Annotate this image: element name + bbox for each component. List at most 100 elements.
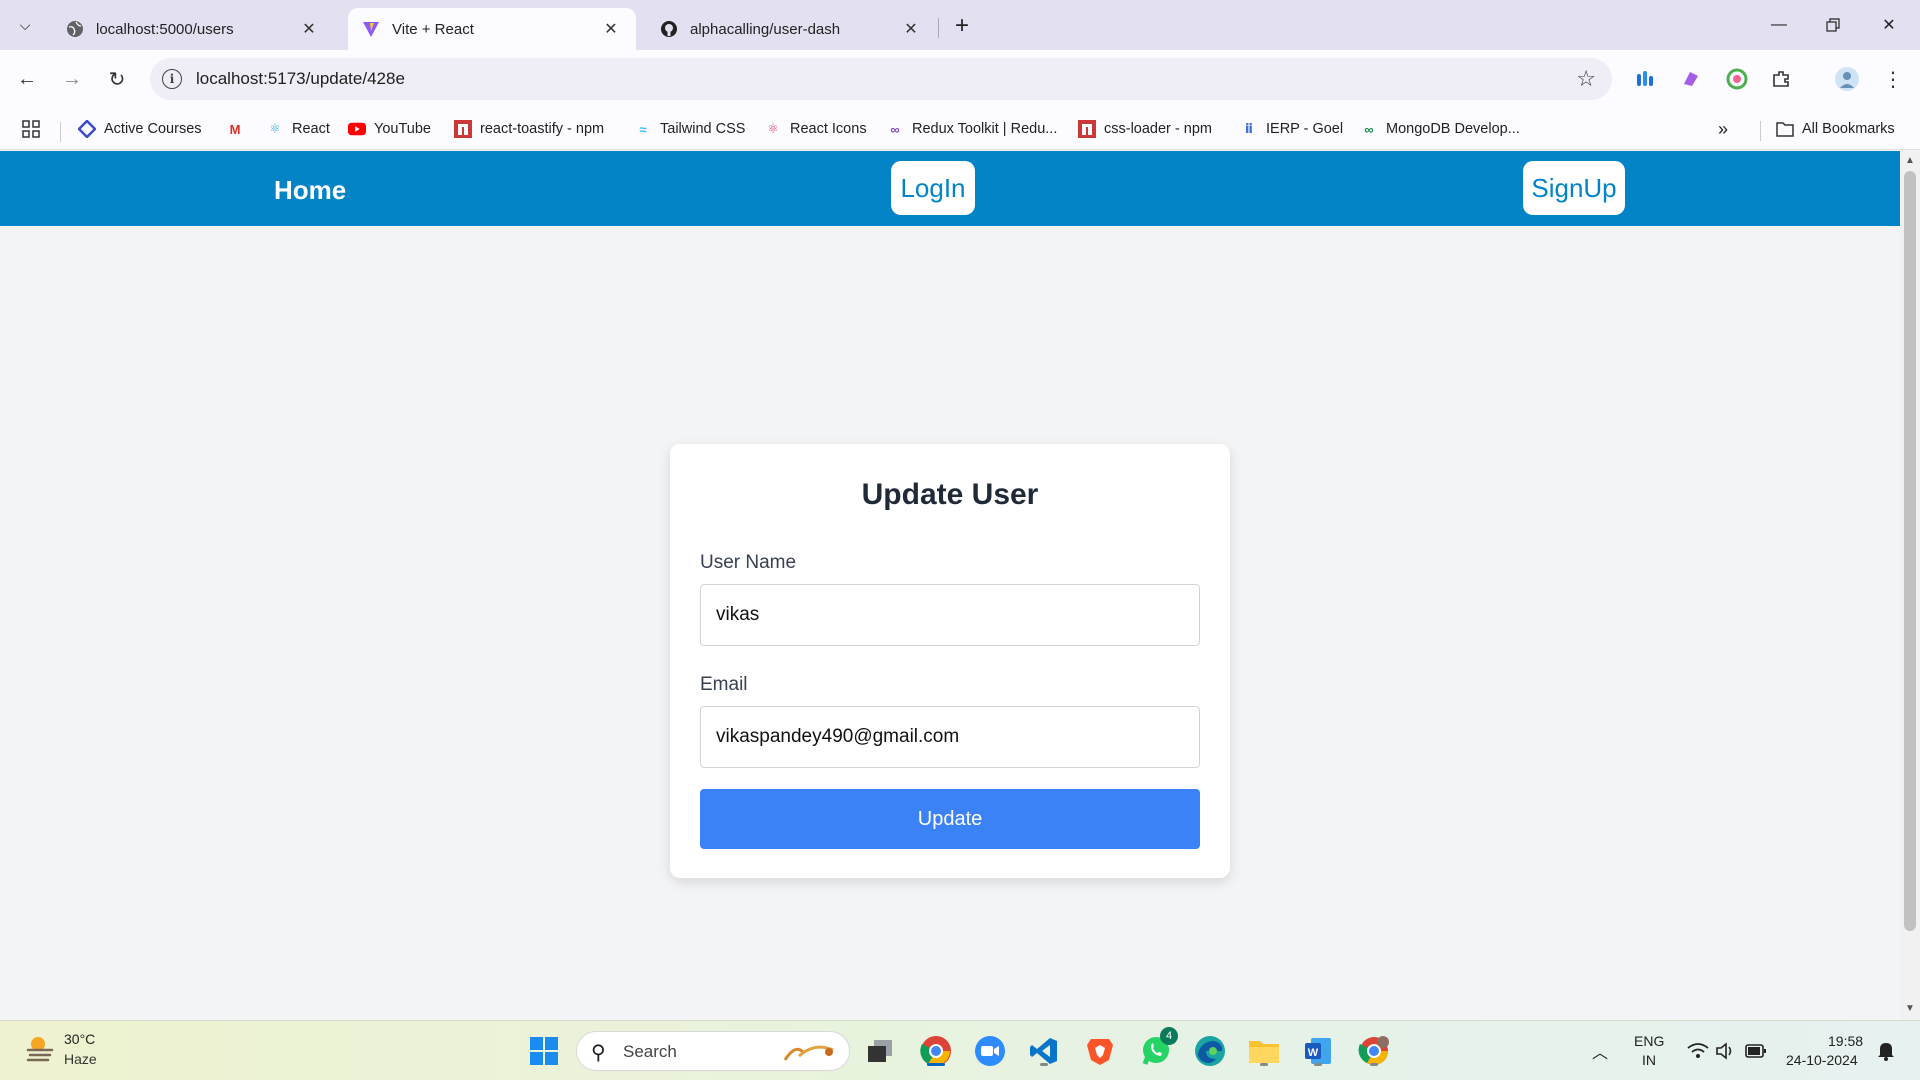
close-tab-icon[interactable]: ✕ [900, 18, 922, 40]
taskbar-search[interactable]: ⚲ Search [576, 1031, 850, 1071]
tab-title: Vite + React [392, 20, 474, 38]
email-label: Email [700, 674, 748, 695]
back-arrow-icon[interactable]: ← [10, 62, 44, 96]
search-highlight-icon [783, 1045, 834, 1061]
ierp-icon: ⅱ [1245, 121, 1253, 136]
site-info-icon[interactable]: i [162, 69, 182, 89]
bookmark-redux-toolkit[interactable]: ∞ Redux Toolkit | Redu... [886, 117, 1057, 141]
github-icon [660, 20, 678, 38]
close-tab-icon[interactable]: ✕ [600, 18, 622, 40]
all-bookmarks-label: All Bookmarks [1802, 121, 1895, 137]
search-icon: ⚲ [591, 1042, 606, 1064]
extension-wappalyzer-icon[interactable] [1632, 66, 1658, 92]
tab-divider [938, 18, 939, 38]
bookmark-youtube[interactable]: YouTube [348, 117, 431, 141]
scroll-up-arrow-icon[interactable]: ▲ [1905, 155, 1915, 166]
page-scrollbar[interactable]: ▲ ▼ [1900, 151, 1920, 1020]
bookmark-star-icon[interactable]: ☆ [1576, 66, 1596, 92]
profile-avatar[interactable] [1834, 66, 1860, 92]
whatsapp-icon[interactable]: 4 [1138, 1027, 1178, 1069]
tab-github[interactable]: alphacalling/user-dash ✕ [646, 8, 936, 50]
running-indicator [1314, 1063, 1322, 1066]
bookmark-mongodb[interactable]: ∞ MongoDB Develop... [1360, 117, 1520, 141]
running-indicator [927, 1063, 945, 1066]
reload-icon[interactable]: ↻ [100, 62, 134, 96]
vite-logo-icon [362, 20, 380, 38]
youtube-icon [348, 120, 366, 138]
word-icon[interactable]: W [1300, 1033, 1336, 1069]
npm-icon [454, 120, 472, 138]
close-tab-icon[interactable]: ✕ [298, 18, 320, 40]
bookmark-react-toastify[interactable]: react-toastify - npm [454, 117, 604, 141]
minimize-icon[interactable]: — [1756, 10, 1802, 40]
tab-users[interactable]: localhost:5000/users ✕ [52, 8, 334, 50]
new-tab-plus-icon[interactable]: + [948, 12, 976, 40]
zoom-icon[interactable] [972, 1033, 1008, 1069]
weather-haze-icon[interactable] [24, 1033, 56, 1065]
tab-title: alphacalling/user-dash [690, 20, 841, 38]
tailwind-icon: ≈ [639, 121, 647, 137]
app-navbar: Home LogIn SignUp [0, 151, 1900, 226]
file-explorer-icon[interactable] [1246, 1033, 1282, 1069]
windows-start-icon[interactable] [526, 1033, 562, 1069]
bookmark-tailwind[interactable]: ≈ Tailwind CSS [634, 117, 745, 141]
weather-description[interactable]: Haze [64, 1051, 97, 1067]
clock-date[interactable]: 24-10-2024 [1786, 1052, 1858, 1068]
update-button[interactable]: Update [700, 789, 1200, 849]
bookmark-ierp[interactable]: ⅱ IERP - Goel [1240, 117, 1343, 141]
task-view-icon[interactable] [862, 1033, 898, 1069]
bookmark-react-icons[interactable]: ⚛ React Icons [764, 117, 866, 141]
address-bar[interactable]: i localhost:5173/update/428e ☆ [150, 58, 1612, 100]
clock-time[interactable]: 19:58 [1828, 1033, 1863, 1049]
menu-kebab-icon[interactable]: ⋮ [1880, 66, 1906, 92]
bookmark-label: Active Courses [104, 121, 202, 137]
bookmark-gmail[interactable]: M [226, 117, 252, 141]
bookmark-divider [60, 122, 61, 142]
mongodb-icon: ∞ [1364, 121, 1374, 137]
bookmark-active-courses[interactable]: Active Courses [78, 117, 202, 141]
extension-purple-icon[interactable] [1678, 66, 1704, 92]
scroll-thumb[interactable] [1904, 171, 1916, 931]
close-window-icon[interactable]: ✕ [1866, 10, 1912, 40]
notification-bell-icon[interactable] [1868, 1033, 1904, 1069]
weather-temperature[interactable]: 30°C [64, 1031, 95, 1047]
form-title: Update User [861, 478, 1039, 511]
chrome-profile-icon[interactable] [1356, 1033, 1392, 1069]
url-text[interactable]: localhost:5173/update/428e [196, 69, 405, 89]
tab-list-chevron-icon[interactable]: ⌵ [10, 12, 40, 38]
npm-icon [1078, 120, 1096, 138]
username-input[interactable] [700, 584, 1200, 646]
nav-home-link[interactable]: Home [274, 175, 346, 206]
chrome-taskbar-icon[interactable] [918, 1033, 954, 1069]
brave-icon[interactable] [1082, 1033, 1118, 1069]
search-placeholder: Search [623, 1042, 677, 1061]
nav-login-button[interactable]: LogIn [891, 161, 975, 215]
bookmark-css-loader[interactable]: css-loader - npm [1078, 117, 1212, 141]
language-indicator-line2[interactable]: IN [1642, 1052, 1656, 1068]
battery-icon[interactable] [1738, 1033, 1774, 1069]
extensions-puzzle-icon[interactable] [1768, 66, 1794, 92]
whatsapp-notification-badge: 4 [1160, 1027, 1178, 1045]
edge-icon[interactable] [1192, 1033, 1228, 1069]
bookmark-label: css-loader - npm [1104, 121, 1212, 137]
vscode-icon[interactable] [1026, 1033, 1062, 1069]
browser-toolbar: ← → ↻ i localhost:5173/update/428e ☆ ⋮ [0, 50, 1920, 108]
language-indicator-line1[interactable]: ENG [1634, 1033, 1664, 1049]
all-bookmarks[interactable]: All Bookmarks [1776, 117, 1895, 141]
scroll-down-arrow-icon[interactable]: ▼ [1905, 1003, 1915, 1014]
bookmark-react[interactable]: ⚛ React [266, 117, 330, 141]
tab-vite-react[interactable]: Vite + React ✕ [348, 8, 636, 50]
react-icons-icon: ⚛ [767, 121, 779, 136]
bookmark-label: react-toastify - npm [480, 121, 605, 137]
bookmark-label: MongoDB Develop... [1386, 121, 1520, 137]
extension-circle-icon[interactable] [1724, 66, 1750, 92]
redux-icon: ∞ [890, 121, 900, 137]
email-input[interactable] [700, 706, 1200, 768]
nav-signup-button[interactable]: SignUp [1523, 161, 1625, 215]
bookmark-label: React [292, 121, 330, 137]
forward-arrow-icon[interactable]: → [55, 62, 89, 96]
tray-overflow-chevron-icon[interactable]: ︿ [1592, 1039, 1608, 1063]
more-bookmarks-chevron-icon[interactable]: » [1718, 117, 1728, 141]
restore-icon[interactable] [1810, 10, 1856, 40]
apps-grid-icon[interactable] [22, 117, 40, 141]
